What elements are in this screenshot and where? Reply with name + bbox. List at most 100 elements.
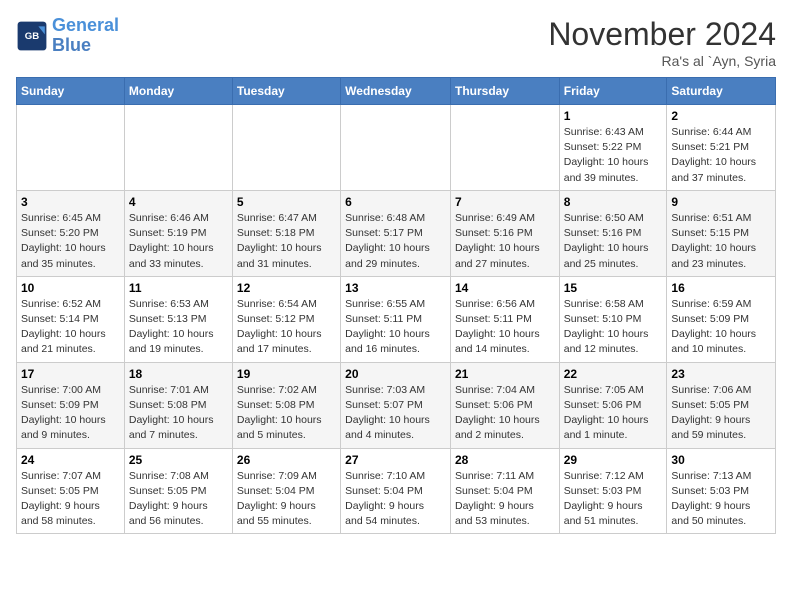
- logo-text-line1: General Blue: [52, 16, 119, 56]
- calendar-cell: 27Sunrise: 7:10 AM Sunset: 5:04 PM Dayli…: [341, 448, 451, 534]
- calendar-cell: 19 Sunrise: 7:02 AM Sunset: 5:08 PM Dayli…: [232, 362, 340, 448]
- day-number: 30: [671, 453, 771, 467]
- calendar-cell: 13 Sunrise: 6:55 AM Sunset: 5:11 PM Dayli…: [341, 276, 451, 362]
- day-number: 18: [129, 367, 228, 381]
- column-header-saturday: Saturday: [667, 78, 776, 105]
- day-info: Sunrise: 6:59 AM Sunset: 5:09 PM Dayligh…: [671, 297, 771, 358]
- day-number: 20: [345, 367, 446, 381]
- calendar-cell: 29 Sunrise: 7:12 AM Sunset: 5:03 PM Dayli…: [559, 448, 667, 534]
- day-info: Sunrise: 7:12 AM Sunset: 5:03 PM Dayligh…: [564, 469, 663, 530]
- day-info: Sunrise: 7:01 AM Sunset: 5:08 PM Dayligh…: [129, 383, 228, 444]
- day-info: Sunrise: 7:04 AM Sunset: 5:06 PM Dayligh…: [455, 383, 555, 444]
- calendar-cell: 30 Sunrise: 7:13 AM Sunset: 5:03 PM Dayli…: [667, 448, 776, 534]
- day-info: Sunrise: 6:58 AM Sunset: 5:10 PM Dayligh…: [564, 297, 663, 358]
- day-number: 19: [237, 367, 336, 381]
- calendar-cell: 11 Sunrise: 6:53 AM Sunset: 5:13 PM Dayli…: [124, 276, 232, 362]
- day-info: Sunrise: 6:52 AM Sunset: 5:14 PM Dayligh…: [21, 297, 120, 358]
- logo: GB General Blue: [16, 16, 119, 56]
- day-number: 13: [345, 281, 446, 295]
- day-number: 25: [129, 453, 228, 467]
- day-info: Sunrise: 6:45 AM Sunset: 5:20 PM Dayligh…: [21, 211, 120, 272]
- day-number: 23: [671, 367, 771, 381]
- day-info: Sunrise: 7:03 AM Sunset: 5:07 PM Dayligh…: [345, 383, 446, 444]
- day-info: Sunrise: 6:46 AM Sunset: 5:19 PM Dayligh…: [129, 211, 228, 272]
- calendar-cell: 12Sunrise: 6:54 AM Sunset: 5:12 PM Dayli…: [232, 276, 340, 362]
- day-info: Sunrise: 7:06 AM Sunset: 5:05 PM Dayligh…: [671, 383, 771, 444]
- calendar-cell: 17Sunrise: 7:00 AM Sunset: 5:09 PM Dayli…: [17, 362, 125, 448]
- day-number: 26: [237, 453, 336, 467]
- calendar-cell: [17, 105, 125, 191]
- calendar-cell: 9Sunrise: 6:51 AM Sunset: 5:15 PM Daylig…: [667, 190, 776, 276]
- calendar-cell: 4Sunrise: 6:46 AM Sunset: 5:19 PM Daylig…: [124, 190, 232, 276]
- day-info: Sunrise: 7:13 AM Sunset: 5:03 PM Dayligh…: [671, 469, 771, 530]
- calendar-cell: 5Sunrise: 6:47 AM Sunset: 5:18 PM Daylig…: [232, 190, 340, 276]
- day-info: Sunrise: 6:53 AM Sunset: 5:13 PM Dayligh…: [129, 297, 228, 358]
- calendar-cell: 26 Sunrise: 7:09 AM Sunset: 5:04 PM Dayli…: [232, 448, 340, 534]
- day-info: Sunrise: 7:05 AM Sunset: 5:06 PM Dayligh…: [564, 383, 663, 444]
- column-header-monday: Monday: [124, 78, 232, 105]
- calendar-cell: 25 Sunrise: 7:08 AM Sunset: 5:05 PM Dayli…: [124, 448, 232, 534]
- day-info: Sunrise: 6:43 AM Sunset: 5:22 PM Dayligh…: [564, 125, 663, 186]
- calendar-cell: 8Sunrise: 6:50 AM Sunset: 5:16 PM Daylig…: [559, 190, 667, 276]
- calendar-week-4: 17Sunrise: 7:00 AM Sunset: 5:09 PM Dayli…: [17, 362, 776, 448]
- calendar-cell: 14 Sunrise: 6:56 AM Sunset: 5:11 PM Dayli…: [450, 276, 559, 362]
- column-header-friday: Friday: [559, 78, 667, 105]
- calendar-week-2: 3 Sunrise: 6:45 AM Sunset: 5:20 PM Daylig…: [17, 190, 776, 276]
- day-number: 14: [455, 281, 555, 295]
- day-number: 2: [671, 109, 771, 123]
- day-info: Sunrise: 7:08 AM Sunset: 5:05 PM Dayligh…: [129, 469, 228, 530]
- day-info: Sunrise: 7:09 AM Sunset: 5:04 PM Dayligh…: [237, 469, 336, 530]
- day-info: Sunrise: 7:00 AM Sunset: 5:09 PM Dayligh…: [21, 383, 120, 444]
- calendar-cell: 21Sunrise: 7:04 AM Sunset: 5:06 PM Dayli…: [450, 362, 559, 448]
- column-header-thursday: Thursday: [450, 78, 559, 105]
- calendar-cell: 1 Sunrise: 6:43 AM Sunset: 5:22 PM Daylig…: [559, 105, 667, 191]
- day-number: 3: [21, 195, 120, 209]
- day-info: Sunrise: 7:07 AM Sunset: 5:05 PM Dayligh…: [21, 469, 120, 530]
- title-block: November 2024 Ra's al `Ayn, Syria: [548, 16, 776, 69]
- calendar-cell: 3 Sunrise: 6:45 AM Sunset: 5:20 PM Daylig…: [17, 190, 125, 276]
- calendar-cell: 28 Sunrise: 7:11 AM Sunset: 5:04 PM Dayli…: [450, 448, 559, 534]
- day-info: Sunrise: 6:48 AM Sunset: 5:17 PM Dayligh…: [345, 211, 446, 272]
- page-header: GB General Blue November 2024 Ra's al `A…: [16, 16, 776, 69]
- day-number: 1: [564, 109, 663, 123]
- day-number: 7: [455, 195, 555, 209]
- calendar-cell: 20 Sunrise: 7:03 AM Sunset: 5:07 PM Dayli…: [341, 362, 451, 448]
- day-info: Sunrise: 6:47 AM Sunset: 5:18 PM Dayligh…: [237, 211, 336, 272]
- calendar-cell: 24 Sunrise: 7:07 AM Sunset: 5:05 PM Dayli…: [17, 448, 125, 534]
- day-number: 28: [455, 453, 555, 467]
- day-info: Sunrise: 6:51 AM Sunset: 5:15 PM Dayligh…: [671, 211, 771, 272]
- column-header-sunday: Sunday: [17, 78, 125, 105]
- calendar-cell: 15 Sunrise: 6:58 AM Sunset: 5:10 PM Dayli…: [559, 276, 667, 362]
- day-info: Sunrise: 6:56 AM Sunset: 5:11 PM Dayligh…: [455, 297, 555, 358]
- calendar-header-row: SundayMondayTuesdayWednesdayThursdayFrid…: [17, 78, 776, 105]
- day-number: 11: [129, 281, 228, 295]
- day-info: Sunrise: 6:55 AM Sunset: 5:11 PM Dayligh…: [345, 297, 446, 358]
- calendar-cell: [450, 105, 559, 191]
- column-header-tuesday: Tuesday: [232, 78, 340, 105]
- day-info: Sunrise: 7:11 AM Sunset: 5:04 PM Dayligh…: [455, 469, 555, 530]
- location: Ra's al `Ayn, Syria: [548, 53, 776, 69]
- day-number: 15: [564, 281, 663, 295]
- day-info: Sunrise: 6:44 AM Sunset: 5:21 PM Dayligh…: [671, 125, 771, 186]
- day-number: 8: [564, 195, 663, 209]
- calendar-cell: 6Sunrise: 6:48 AM Sunset: 5:17 PM Daylig…: [341, 190, 451, 276]
- calendar-cell: 16Sunrise: 6:59 AM Sunset: 5:09 PM Dayli…: [667, 276, 776, 362]
- calendar-cell: [341, 105, 451, 191]
- calendar-cell: 7 Sunrise: 6:49 AM Sunset: 5:16 PM Daylig…: [450, 190, 559, 276]
- day-number: 12: [237, 281, 336, 295]
- month-title: November 2024: [548, 16, 776, 53]
- logo-icon: GB: [16, 20, 48, 52]
- calendar-week-3: 10Sunrise: 6:52 AM Sunset: 5:14 PM Dayli…: [17, 276, 776, 362]
- calendar-week-5: 24 Sunrise: 7:07 AM Sunset: 5:05 PM Dayli…: [17, 448, 776, 534]
- calendar-week-1: 1 Sunrise: 6:43 AM Sunset: 5:22 PM Daylig…: [17, 105, 776, 191]
- calendar-cell: 18 Sunrise: 7:01 AM Sunset: 5:08 PM Dayli…: [124, 362, 232, 448]
- day-info: Sunrise: 7:02 AM Sunset: 5:08 PM Dayligh…: [237, 383, 336, 444]
- day-number: 24: [21, 453, 120, 467]
- column-header-wednesday: Wednesday: [341, 78, 451, 105]
- day-number: 27: [345, 453, 446, 467]
- calendar-cell: 23 Sunrise: 7:06 AM Sunset: 5:05 PM Dayli…: [667, 362, 776, 448]
- day-info: Sunrise: 6:49 AM Sunset: 5:16 PM Dayligh…: [455, 211, 555, 272]
- calendar-cell: 10Sunrise: 6:52 AM Sunset: 5:14 PM Dayli…: [17, 276, 125, 362]
- svg-text:GB: GB: [25, 31, 39, 42]
- day-number: 29: [564, 453, 663, 467]
